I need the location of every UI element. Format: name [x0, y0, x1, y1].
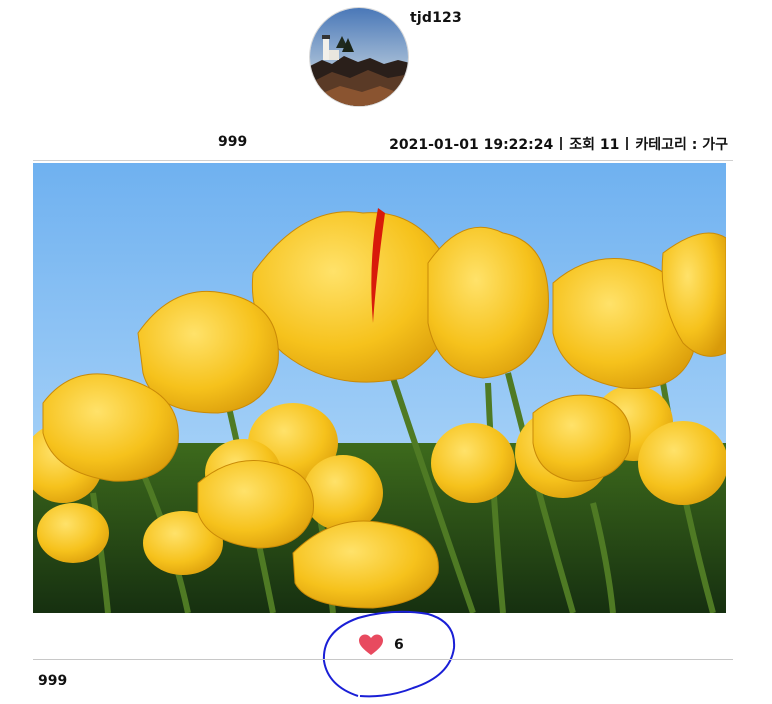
author-username[interactable]: tjd123	[410, 10, 462, 26]
like-count: 6	[394, 637, 404, 653]
meta-separator	[560, 137, 563, 150]
post-content: 999	[38, 673, 68, 689]
post-image	[33, 163, 726, 613]
meta-separator	[626, 137, 629, 150]
post-date: 2021-01-01 19:22:24	[389, 137, 554, 153]
header-divider	[33, 160, 733, 161]
post-views: 조회 11	[569, 137, 620, 153]
author-avatar[interactable]	[309, 7, 409, 107]
heart-icon[interactable]	[358, 633, 384, 657]
content-divider	[33, 659, 733, 660]
post-title: 999	[218, 134, 248, 150]
post-category: 카테고리 : 가구	[635, 137, 728, 153]
like-button[interactable]: 6	[358, 630, 468, 660]
post-meta: 2021-01-01 19:22:24 조회 11 카테고리 : 가구	[389, 134, 728, 154]
